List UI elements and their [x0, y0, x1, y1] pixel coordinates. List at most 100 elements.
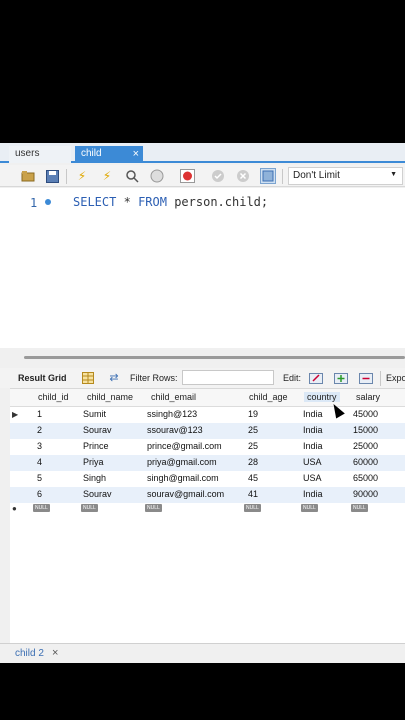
cell[interactable]: 90000 — [353, 489, 378, 499]
cell[interactable]: Sourav — [83, 425, 112, 435]
column-header[interactable]: child_name — [87, 392, 133, 402]
delete-row-icon[interactable] — [358, 370, 374, 385]
cell[interactable]: India — [303, 489, 323, 499]
cell[interactable]: India — [303, 441, 323, 451]
cell[interactable]: 2 — [37, 425, 42, 435]
column-header[interactable]: child_id — [38, 392, 69, 402]
toolbar-divider — [66, 169, 67, 184]
chevron-down-icon: ▼ — [390, 171, 397, 178]
cell[interactable]: 41 — [248, 489, 258, 499]
panel-splitter[interactable] — [0, 348, 405, 370]
cell[interactable]: India — [303, 409, 323, 419]
null-badge[interactable]: NULL — [301, 504, 318, 512]
rollback-icon[interactable] — [235, 168, 251, 184]
column-header[interactable]: salary — [356, 392, 380, 402]
null-badge[interactable]: NULL — [33, 504, 50, 512]
table-row[interactable]: 3 Prince prince@gmail.com 25 India 25000 — [10, 439, 405, 455]
cell[interactable]: 60000 — [353, 457, 378, 467]
workbench-window: users child × ⚡ ⚡ Don't Limit ▼ 1 SELECT… — [0, 143, 405, 663]
tab-child[interactable]: child × — [75, 146, 143, 163]
cell[interactable]: 25 — [248, 425, 258, 435]
cell[interactable]: 25 — [248, 441, 258, 451]
sql-keyword: FROM — [138, 195, 167, 209]
table-row[interactable]: 2 Sourav ssourav@123 25 India 15000 — [10, 423, 405, 439]
null-badge[interactable]: NULL — [81, 504, 98, 512]
cell[interactable]: India — [303, 425, 323, 435]
toolbar-divider — [380, 371, 381, 386]
explain-magnifier-icon[interactable] — [124, 168, 140, 184]
toolbar-divider — [282, 169, 283, 184]
close-icon[interactable]: × — [133, 148, 139, 160]
cell[interactable]: 15000 — [353, 425, 378, 435]
toggle-errors-icon[interactable] — [179, 168, 195, 184]
result-grid-button[interactable]: Result Grid — [18, 373, 67, 383]
cell[interactable]: prince@gmail.com — [147, 441, 222, 451]
null-badge[interactable]: NULL — [244, 504, 261, 512]
filter-rows-input[interactable] — [182, 370, 274, 385]
grid-view-icon[interactable] — [80, 370, 96, 385]
cell[interactable]: Prince — [83, 441, 109, 451]
cell[interactable]: 1 — [37, 409, 42, 419]
cell[interactable]: singh@gmail.com — [147, 473, 219, 483]
cell[interactable]: Sumit — [83, 409, 106, 419]
save-icon[interactable] — [44, 168, 60, 184]
export-button[interactable]: Expo — [386, 373, 405, 383]
table-row[interactable]: ▶ 1 Sumit ssingh@123 19 India 45000 — [10, 407, 405, 423]
cell[interactable]: USA — [303, 473, 322, 483]
null-badge[interactable]: NULL — [351, 504, 368, 512]
grid-header: child_id child_name child_email child_ag… — [10, 389, 405, 407]
stop-icon[interactable] — [149, 168, 165, 184]
sql-statement[interactable]: SELECT * FROM person.child; — [73, 195, 268, 209]
add-row-icon[interactable] — [333, 370, 349, 385]
column-header[interactable]: country — [304, 392, 340, 402]
refresh-icon[interactable]: ⇄ — [106, 370, 122, 385]
splitter-handle[interactable] — [24, 356, 405, 359]
cell[interactable]: ssourav@123 — [147, 425, 203, 435]
tab-users[interactable]: users — [9, 146, 71, 163]
sql-keyword: SELECT — [73, 195, 117, 209]
result-grid: child_id child_name child_email child_ag… — [10, 388, 405, 653]
cell[interactable]: priya@gmail.com — [147, 457, 217, 467]
cell[interactable]: 4 — [37, 457, 42, 467]
sql-toolbar: ⚡ ⚡ Don't Limit ▼ — [0, 165, 405, 187]
null-badge[interactable]: NULL — [145, 504, 162, 512]
tab-label: child — [81, 148, 102, 159]
result-tab-label[interactable]: child 2 — [15, 648, 44, 659]
sql-editor[interactable]: 1 SELECT * FROM person.child; — [0, 188, 405, 348]
new-row[interactable]: ● NULL NULL NULL NULL NULL NULL — [10, 503, 405, 519]
cell[interactable]: Priya — [83, 457, 104, 467]
table-row[interactable]: 4 Priya priya@gmail.com 28 USA 60000 — [10, 455, 405, 471]
limit-rows-select[interactable]: Don't Limit ▼ — [288, 167, 403, 185]
cell[interactable]: 6 — [37, 489, 42, 499]
close-icon[interactable]: × — [52, 647, 58, 659]
table-row[interactable]: 5 Singh singh@gmail.com 45 USA 65000 — [10, 471, 405, 487]
edit-label: Edit: — [283, 373, 302, 383]
cell[interactable]: 28 — [248, 457, 258, 467]
cell[interactable]: ssingh@123 — [147, 409, 197, 419]
line-number: 1 — [30, 196, 38, 210]
cell[interactable]: 65000 — [353, 473, 378, 483]
cell[interactable]: 3 — [37, 441, 42, 451]
cell[interactable]: sourav@gmail.com — [147, 489, 224, 499]
cell[interactable]: 45000 — [353, 409, 378, 419]
cell[interactable]: Singh — [83, 473, 106, 483]
execute-lightning-icon[interactable]: ⚡ — [74, 168, 90, 184]
cell[interactable]: Sourav — [83, 489, 112, 499]
commit-icon[interactable] — [210, 168, 226, 184]
cell[interactable]: 19 — [248, 409, 258, 419]
cell[interactable]: 45 — [248, 473, 258, 483]
cell[interactable]: 25000 — [353, 441, 378, 451]
table-row[interactable]: 6 Sourav sourav@gmail.com 41 India 90000 — [10, 487, 405, 503]
autocommit-toggle-icon[interactable] — [260, 168, 276, 184]
edit-row-icon[interactable] — [308, 370, 324, 385]
cell[interactable]: 5 — [37, 473, 42, 483]
cell[interactable]: USA — [303, 457, 322, 467]
execute-current-icon[interactable]: ⚡ — [99, 168, 115, 184]
open-folder-icon[interactable] — [20, 168, 36, 184]
statement-marker-icon — [45, 199, 51, 205]
column-header[interactable]: child_age — [249, 392, 288, 402]
filter-rows-label: Filter Rows: — [130, 373, 178, 383]
query-tab-bar: users child × — [0, 143, 405, 163]
column-header[interactable]: child_email — [151, 392, 196, 402]
result-toolbar: Result Grid ⇄ Filter Rows: Edit: Expo — [0, 368, 405, 388]
